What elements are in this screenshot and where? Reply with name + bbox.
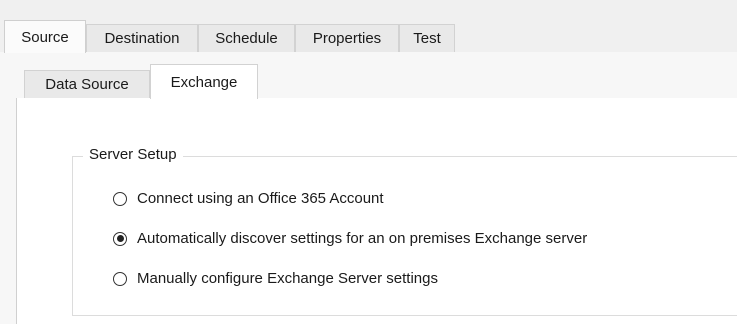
radio-button-office365[interactable]	[113, 191, 127, 206]
radio-manual-label: Manually configure Exchange Server setti…	[137, 270, 438, 287]
tab-test[interactable]: Test	[399, 24, 455, 52]
radio-office365-option[interactable]: Connect using an Office 365 Account	[113, 190, 384, 207]
tab-data-source[interactable]: Data Source	[24, 70, 150, 98]
settings-window: Source Destination Schedule Properties T…	[0, 0, 737, 324]
radio-manual-option[interactable]: Manually configure Exchange Server setti…	[113, 270, 438, 287]
source-page: Data Source Exchange Server Setup Connec…	[0, 52, 737, 324]
radio-button-manual[interactable]	[113, 271, 127, 286]
tab-source-label: Source	[21, 28, 69, 46]
radio-button-autodiscover[interactable]	[113, 231, 127, 246]
radio-office365-label: Connect using an Office 365 Account	[137, 190, 384, 207]
radio-selected-dot	[116, 235, 124, 242]
radio-autodiscover-label: Automatically discover settings for an o…	[137, 230, 588, 247]
tab-test-label: Test	[413, 30, 441, 47]
tab-destination[interactable]: Destination	[86, 24, 198, 52]
tab-properties[interactable]: Properties	[295, 24, 399, 52]
main-tab-strip: Source Destination Schedule Properties T…	[0, 14, 737, 54]
tab-properties-label: Properties	[312, 30, 382, 47]
tab-exchange-label: Exchange	[170, 73, 238, 91]
tab-source[interactable]: Source	[4, 20, 86, 53]
tab-schedule-label: Schedule	[215, 30, 278, 47]
tab-exchange[interactable]: Exchange	[150, 64, 258, 99]
tab-schedule[interactable]: Schedule	[198, 24, 295, 52]
tab-data-source-label: Data Source	[45, 76, 129, 93]
tab-destination-label: Destination	[104, 30, 180, 47]
radio-autodiscover-option[interactable]: Automatically discover settings for an o…	[113, 230, 587, 247]
source-tab-strip: Data Source Exchange	[16, 62, 737, 102]
server-setup-group: Server Setup Connect using an Office 365…	[72, 146, 737, 316]
exchange-panel: Server Setup Connect using an Office 365…	[16, 98, 737, 324]
server-setup-legend: Server Setup	[83, 146, 183, 163]
